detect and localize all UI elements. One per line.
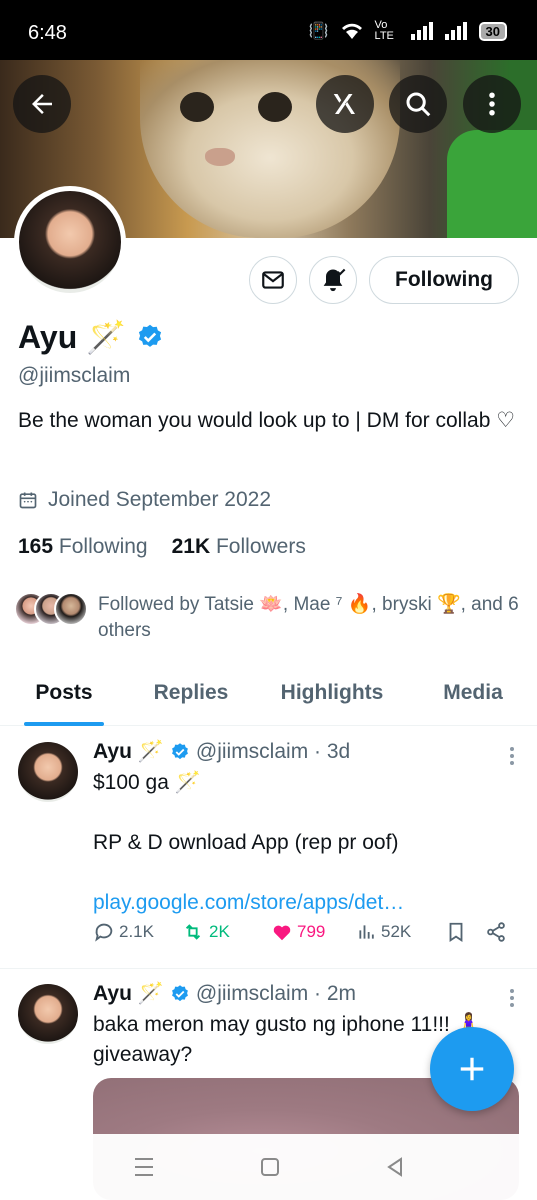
views-count: 52K	[381, 922, 412, 941]
post-avatar[interactable]	[18, 742, 78, 802]
more-vertical-icon	[510, 747, 514, 765]
bell-check-icon	[323, 268, 346, 292]
followers-count: 21K	[171, 535, 211, 558]
profile-handle: @jiimsclaim	[18, 364, 131, 387]
post-avatar[interactable]	[18, 984, 78, 1044]
profile-name-row: Ayu 🪄	[18, 318, 164, 356]
tab-replies[interactable]: Replies	[140, 668, 242, 726]
post-more-button[interactable]	[509, 988, 515, 1008]
following-stat[interactable]: 165 Following	[18, 535, 148, 559]
followed-by-text: Followed by Tatsie 🪷, Mae ⁷ 🔥, bryski 🏆,…	[98, 594, 519, 641]
repost-button[interactable]: 2K	[181, 921, 230, 943]
share-icon	[487, 922, 505, 942]
signal-icon-2	[444, 22, 467, 40]
bookmark-icon	[449, 922, 463, 942]
arrow-left-icon	[32, 94, 52, 114]
following-count: 165	[18, 535, 54, 558]
post-line: RP & D ownload App (rep pr oof)	[93, 831, 399, 854]
post-header: Ayu 🪄 @jiimsclaim · 2m	[93, 982, 356, 1006]
tab-posts[interactable]: Posts	[24, 668, 104, 726]
mutual-avatar	[54, 592, 88, 626]
status-time: 6:48	[28, 22, 67, 44]
post-body: $100 ga 🪄 RP & D ownload App (rep pr oof…	[93, 768, 503, 918]
plus-icon	[460, 1057, 484, 1081]
wifi-icon	[341, 23, 362, 39]
repost-count: 2K	[209, 922, 230, 941]
tab-posts-label: Posts	[35, 681, 93, 704]
system-navigation-bar	[0, 1134, 537, 1200]
profile-name: Ayu 🪄	[18, 319, 126, 355]
post-line	[93, 798, 503, 828]
post-link[interactable]: play.google.com/store/apps/det…	[93, 888, 503, 918]
post-line	[93, 858, 503, 888]
signal-icon	[410, 22, 433, 40]
views-icon	[359, 925, 374, 939]
back-nav-icon[interactable]	[384, 1156, 406, 1178]
home-icon[interactable]	[259, 1156, 281, 1178]
active-tab-indicator	[24, 722, 104, 726]
back-button[interactable]	[13, 75, 71, 133]
compose-button[interactable]	[430, 1027, 514, 1111]
notifications-button[interactable]	[309, 256, 357, 304]
status-bar: 6:48 📳 Vo LTE 30	[0, 0, 537, 60]
post-more-button[interactable]	[509, 746, 515, 766]
recent-apps-icon[interactable]	[132, 1156, 156, 1178]
repost-icon	[185, 924, 201, 940]
grok-button[interactable]	[316, 75, 374, 133]
post-meta: @jiimsclaim · 2m	[195, 982, 357, 1005]
verified-badge-icon	[171, 985, 188, 1002]
bookmark-button[interactable]	[445, 921, 467, 943]
profile-avatar[interactable]	[14, 186, 126, 298]
status-icons: 📳 Vo LTE 30	[309, 20, 507, 42]
post-line: $100 ga 🪄	[93, 771, 201, 794]
tab-media[interactable]: Media	[430, 668, 516, 726]
search-icon	[406, 92, 431, 117]
like-count: 799	[297, 922, 326, 941]
calendar-icon	[19, 492, 37, 509]
tab-media-label: Media	[443, 681, 503, 704]
followers-label: Followers	[215, 535, 306, 558]
network-label: Vo LTE	[374, 19, 394, 42]
share-button[interactable]	[485, 921, 507, 943]
post-header: Ayu 🪄 @jiimsclaim · 3d	[93, 740, 350, 764]
search-button[interactable]	[389, 75, 447, 133]
verified-badge-icon	[138, 324, 162, 347]
followed-by-row[interactable]: Followed by Tatsie 🪷, Mae ⁷ 🔥, bryski 🏆,…	[14, 592, 528, 644]
verified-badge-icon	[171, 743, 188, 760]
message-button[interactable]	[249, 256, 297, 304]
heart-icon	[273, 925, 291, 941]
post-author-name[interactable]: Ayu 🪄	[93, 982, 164, 1006]
grok-icon	[333, 94, 355, 114]
followers-stat[interactable]: 21K Followers	[172, 535, 306, 559]
post-divider	[0, 968, 537, 969]
profile-bio: Be the woman you would look up to | DM f…	[18, 409, 516, 432]
reply-count: 2.1K	[119, 922, 154, 941]
joined-date: Joined September 2022	[18, 488, 271, 512]
vibrate-icon: 📳	[308, 23, 329, 40]
following-label: Following	[58, 535, 148, 558]
reply-icon	[95, 923, 113, 942]
views-button[interactable]: 52K	[357, 922, 411, 942]
tab-replies-label: Replies	[153, 681, 229, 704]
reply-button[interactable]: 2.1K	[93, 921, 154, 943]
profile-tabs: Posts Replies Highlights Media	[0, 668, 537, 726]
following-button[interactable]: Following	[369, 256, 519, 304]
like-button[interactable]: 799	[271, 921, 325, 943]
follow-stats: 165 Following 21K Followers	[18, 535, 306, 559]
post-meta: @jiimsclaim · 3d	[195, 740, 351, 763]
post-author-name[interactable]: Ayu 🪄	[93, 740, 164, 764]
more-options-button[interactable]	[463, 75, 521, 133]
tab-highlights-label: Highlights	[280, 681, 384, 704]
more-vertical-icon	[510, 989, 514, 1007]
tab-highlights[interactable]: Highlights	[268, 668, 396, 726]
battery-indicator: 30	[478, 21, 507, 41]
joined-text: Joined September 2022	[48, 488, 271, 511]
envelope-icon	[262, 271, 284, 289]
more-vertical-icon	[489, 92, 495, 116]
